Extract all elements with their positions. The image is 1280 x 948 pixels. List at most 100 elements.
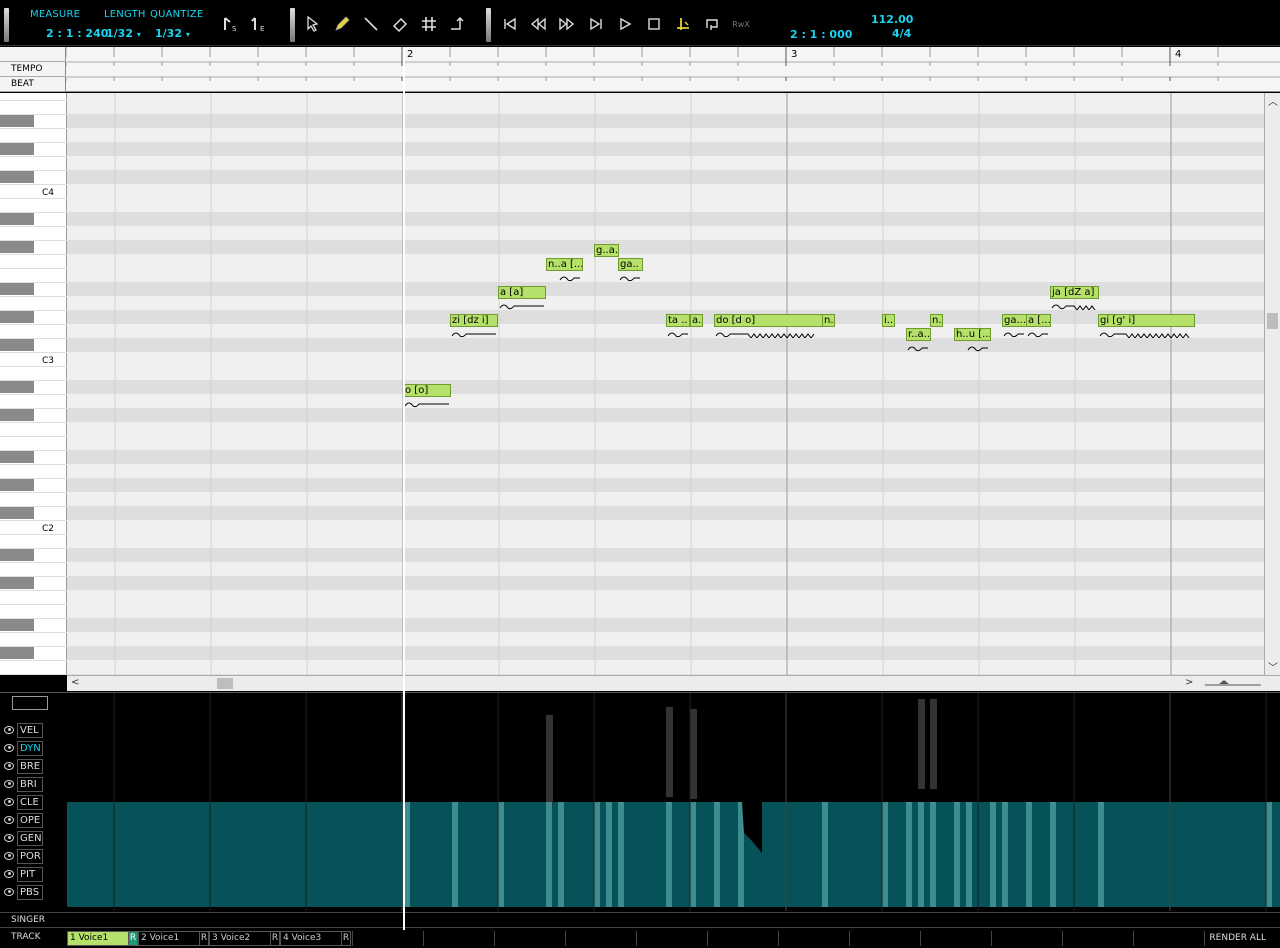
grid-row[interactable] (67, 520, 1264, 534)
grid-row[interactable] (67, 646, 1264, 660)
control-gen[interactable]: GEN (4, 830, 43, 846)
grid-row[interactable] (67, 534, 1264, 548)
zoom-slider[interactable] (1203, 679, 1263, 689)
toolbar-grip[interactable] (290, 8, 295, 42)
rewire-icon[interactable]: RwX (730, 13, 752, 35)
play-icon[interactable] (614, 13, 636, 35)
grid-row[interactable] (67, 618, 1264, 632)
grid-row[interactable] (67, 366, 1264, 380)
black-key[interactable] (0, 479, 34, 491)
note[interactable]: a.. (690, 314, 703, 327)
grid-snap-icon[interactable] (418, 13, 440, 35)
scroll-left-icon[interactable]: < (71, 677, 79, 688)
note-grid[interactable] (67, 93, 1264, 675)
auto-scroll-icon[interactable] (445, 13, 467, 35)
track-tab[interactable]: 2 Voice1 (138, 931, 200, 946)
note[interactable]: h..u [... (954, 328, 991, 341)
eye-icon[interactable] (4, 834, 14, 842)
black-key[interactable] (0, 143, 34, 155)
note[interactable]: do [d o] (714, 314, 824, 327)
grid-row[interactable] (67, 170, 1264, 184)
note[interactable]: gi [g' i] (1098, 314, 1195, 327)
grid-row[interactable] (67, 212, 1264, 226)
grid-row[interactable] (67, 492, 1264, 506)
eye-icon[interactable] (4, 852, 14, 860)
track-tab[interactable]: 3 Voice2 (209, 931, 271, 946)
grid-row[interactable] (67, 408, 1264, 422)
note[interactable]: a [... (1026, 314, 1051, 327)
black-key[interactable] (0, 619, 34, 631)
empty-track-slot[interactable] (352, 931, 423, 946)
render-toggle[interactable]: R (199, 931, 209, 946)
empty-track-slot[interactable] (778, 931, 849, 946)
black-key[interactable] (0, 381, 34, 393)
empty-track-slot[interactable] (636, 931, 707, 946)
go-to-end-icon[interactable] (585, 13, 607, 35)
empty-track-slot[interactable] (920, 931, 991, 946)
note[interactable]: n..a [... (546, 258, 583, 271)
grid-row[interactable] (67, 380, 1264, 394)
control-bri[interactable]: BRI (4, 776, 43, 792)
timeline-ruler[interactable]: TEMPO BEAT 2 3 4 (0, 47, 1280, 92)
grid-row[interactable] (67, 436, 1264, 450)
grid-row[interactable] (67, 576, 1264, 590)
render-toggle[interactable]: R (341, 931, 351, 946)
grid-row[interactable] (67, 632, 1264, 646)
grid-row[interactable] (67, 548, 1264, 562)
stop-icon[interactable] (643, 13, 665, 35)
piano-keyboard[interactable]: C4 C3 C2 (0, 93, 67, 675)
eye-icon[interactable] (4, 816, 14, 824)
eraser-tool-icon[interactable] (389, 13, 411, 35)
line-tool-icon[interactable] (360, 13, 382, 35)
eye-icon[interactable] (4, 870, 14, 878)
loop-icon[interactable] (701, 13, 723, 35)
start-marker-icon[interactable]: S (219, 13, 241, 35)
control-track[interactable]: VEL DYN BRE BRI CLE OPE GEN POR PIT PBS (0, 692, 1280, 911)
black-key[interactable] (0, 241, 34, 253)
grid-row[interactable] (67, 352, 1264, 366)
note[interactable]: o [o] (403, 384, 451, 397)
black-key[interactable] (0, 577, 34, 589)
grid-row[interactable] (67, 660, 1264, 674)
black-key[interactable] (0, 451, 34, 463)
grid-row[interactable] (67, 226, 1264, 240)
scroll-thumb[interactable] (1267, 313, 1278, 329)
control-vel[interactable]: VEL (4, 722, 43, 738)
toolbar-grip[interactable] (486, 8, 491, 42)
black-key[interactable] (0, 115, 34, 127)
black-key[interactable] (0, 549, 34, 561)
eye-icon[interactable] (4, 726, 14, 734)
control-pbs[interactable]: PBS (4, 884, 43, 900)
grid-row[interactable] (67, 254, 1264, 268)
grid-row[interactable] (67, 604, 1264, 618)
playhead-cursor[interactable] (403, 47, 405, 930)
black-key[interactable] (0, 409, 34, 421)
note[interactable]: g..a.. (594, 244, 619, 257)
pencil-tool-icon[interactable] (331, 13, 353, 35)
fast-forward-icon[interactable] (556, 13, 578, 35)
grid-row[interactable] (67, 394, 1264, 408)
black-key[interactable] (0, 647, 34, 659)
arrow-tool-icon[interactable] (302, 13, 324, 35)
grid-row[interactable] (67, 506, 1264, 520)
render-toggle[interactable]: R (270, 931, 280, 946)
end-marker-icon[interactable]: E (247, 13, 269, 35)
control-ope[interactable]: OPE (4, 812, 43, 828)
vertical-scrollbar[interactable]: ︿ ﹀ (1264, 93, 1280, 675)
scroll-down-icon[interactable]: ﹀ (1268, 659, 1278, 674)
note[interactable]: ja [dZ a] (1050, 286, 1099, 299)
black-key[interactable] (0, 507, 34, 519)
control-por[interactable]: POR (4, 848, 43, 864)
control-bre[interactable]: BRE (4, 758, 43, 774)
time-signature[interactable]: 4/4 (892, 27, 911, 40)
black-key[interactable] (0, 339, 34, 351)
eye-icon[interactable] (4, 762, 14, 770)
grid-row[interactable] (67, 128, 1264, 142)
grid-row[interactable] (67, 156, 1264, 170)
note[interactable]: r..a.. (906, 328, 931, 341)
grid-row[interactable] (67, 450, 1264, 464)
empty-track-slot[interactable] (1062, 931, 1133, 946)
go-to-start-icon[interactable] (499, 13, 521, 35)
scroll-right-icon[interactable]: > (1185, 677, 1193, 688)
empty-track-slot[interactable] (849, 931, 920, 946)
